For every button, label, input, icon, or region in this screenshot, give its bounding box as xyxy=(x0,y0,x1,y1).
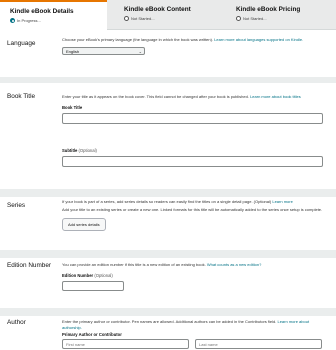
language-help: Choose your eBook's primary language (th… xyxy=(62,37,304,42)
title-field-label: Book Title xyxy=(62,104,83,110)
tab-ebook-content[interactable]: Kindle eBook Content Not Started... xyxy=(114,0,218,30)
chevron-down-icon: ⌄ xyxy=(138,48,142,54)
edition-label: Edition Number xyxy=(7,262,52,269)
tab-ebook-details[interactable]: Kindle eBook Details In Progress... xyxy=(0,0,107,31)
not-started-icon xyxy=(124,16,129,21)
author-section: Author Enter the primary author or contr… xyxy=(0,316,336,350)
not-started-icon xyxy=(236,16,241,21)
edition-field-label: Edition Number (Optional) xyxy=(62,272,113,278)
divider xyxy=(0,250,336,258)
tab-label: Kindle eBook Content xyxy=(124,6,191,13)
tab-label: Kindle eBook Pricing xyxy=(236,6,301,13)
author-first-name-input[interactable]: First name xyxy=(62,339,189,349)
series-help-2: Add your title to an existing series or … xyxy=(62,206,323,212)
subtitle-field-label: Subtitle (Optional) xyxy=(62,147,97,153)
language-label: Language xyxy=(7,40,36,47)
divider xyxy=(0,308,336,316)
edition-number-input[interactable] xyxy=(62,280,124,291)
author-help: Enter the primary author or contributor.… xyxy=(62,319,310,330)
series-help: If your book is part of a series, add se… xyxy=(62,199,293,204)
tab-status: In Progress... xyxy=(10,18,107,23)
edition-learn-more-link[interactable]: What counts as a new edition? xyxy=(207,262,261,267)
book-title-help: Enter your title as it appears on the bo… xyxy=(62,94,301,99)
edition-section: Edition Number You can provide an editio… xyxy=(0,258,336,308)
in-progress-icon xyxy=(10,18,15,23)
author-field-label: Primary Author or Contributor xyxy=(62,332,122,337)
book-title-label: Book Title xyxy=(7,93,36,100)
tab-label: Kindle eBook Details xyxy=(10,8,74,15)
tab-ebook-pricing[interactable]: Kindle eBook Pricing Not Started... xyxy=(226,0,336,30)
book-title-learn-more-link[interactable]: Learn more about book titles xyxy=(250,94,301,99)
author-label: Author xyxy=(7,319,26,326)
book-title-section: Book Title Enter your title as it appear… xyxy=(0,83,336,189)
author-last-name-input[interactable]: Last name xyxy=(195,339,322,349)
tab-bar: Kindle eBook Details In Progress... Kind… xyxy=(0,0,336,31)
series-learn-more-link[interactable]: Learn more xyxy=(272,199,292,204)
series-section: Series If your book is part of a series,… xyxy=(0,197,336,250)
tab-status: Not Started... xyxy=(124,16,218,21)
book-title-input[interactable] xyxy=(62,112,323,124)
divider xyxy=(0,189,336,197)
language-learn-more-link[interactable]: Learn more about languages supported on … xyxy=(214,37,303,42)
edition-help: You can provide an edition number if thi… xyxy=(62,262,262,267)
series-label: Series xyxy=(7,202,26,209)
tab-status: Not Started... xyxy=(236,16,336,21)
add-series-details-button[interactable]: Add series details xyxy=(62,218,106,231)
subtitle-input[interactable] xyxy=(62,155,323,167)
language-section: Language Choose your eBook's primary lan… xyxy=(0,31,336,77)
language-select[interactable]: English ⌄ xyxy=(62,46,145,55)
